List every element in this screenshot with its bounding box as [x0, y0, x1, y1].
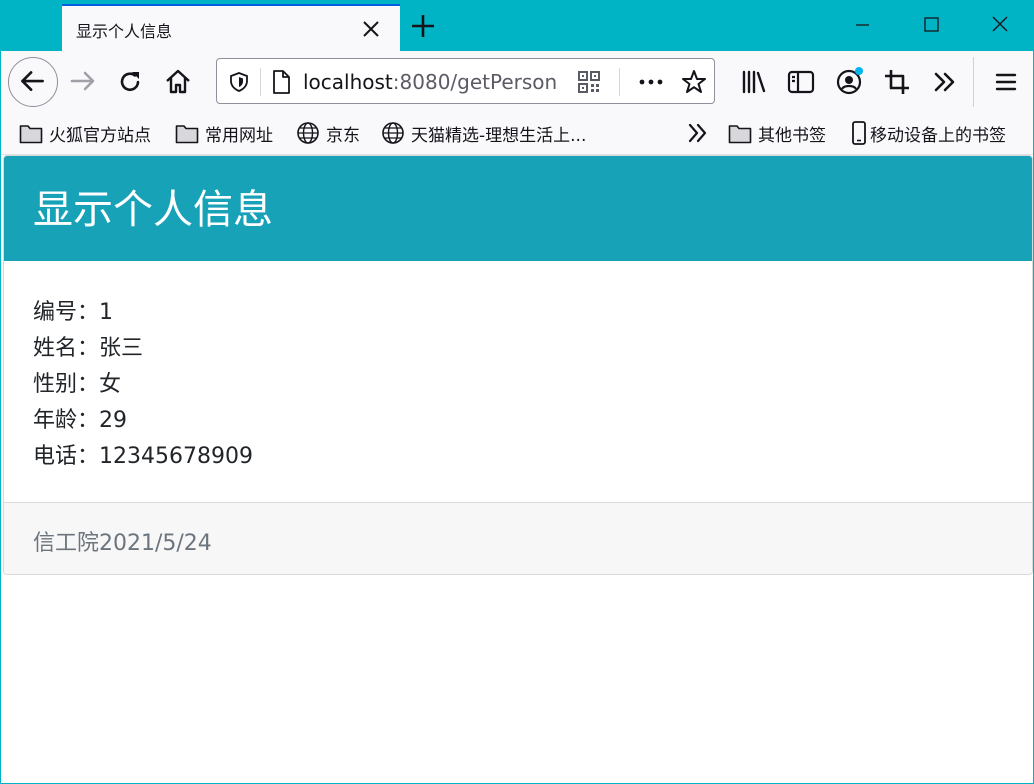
info-gender: 性别：女	[33, 367, 1013, 403]
browser-window: 显示个人信息 localhost:8080/getPerson 火狐官方站点 常…	[0, 0, 1034, 784]
title-bar: 显示个人信息	[1, 1, 1033, 51]
info-name: 姓名：张三	[33, 331, 1013, 367]
back-button[interactable]	[8, 57, 58, 107]
card-header: 显示个人信息	[4, 156, 1032, 261]
more-actions-icon[interactable]	[638, 70, 664, 94]
home-icon[interactable]	[162, 66, 194, 98]
info-value: 1	[99, 300, 114, 325]
info-label: 年龄：	[33, 408, 100, 433]
sidebar-icon[interactable]	[785, 66, 817, 98]
info-age: 年龄：29	[33, 403, 1013, 439]
folder-icon	[175, 125, 199, 144]
person-info-card: 显示个人信息 编号：1 姓名：张三 性别：女 年龄：29 电话：12345678…	[3, 155, 1033, 575]
library-icon[interactable]	[738, 66, 770, 98]
mobile-icon	[852, 121, 866, 145]
globe-icon	[297, 122, 319, 144]
bookmark-label: 火狐官方站点	[49, 125, 151, 146]
page-title: 显示个人信息	[33, 187, 273, 233]
minimize-icon[interactable]	[850, 13, 874, 37]
bookmark-folder-common[interactable]: 常用网址	[175, 121, 273, 146]
shield-icon[interactable]	[227, 70, 251, 94]
close-window-icon[interactable]	[988, 13, 1012, 37]
notification-dot	[855, 67, 863, 75]
globe-icon	[382, 122, 404, 144]
crop-screenshot-icon[interactable]	[881, 66, 913, 98]
toolbar-divider	[973, 57, 974, 107]
bookmark-folder-firefox[interactable]: 火狐官方站点	[19, 121, 151, 146]
info-label: 性别：	[33, 372, 100, 397]
bookmark-label: 常用网址	[205, 125, 273, 146]
forward-arrow-icon[interactable]	[67, 65, 99, 97]
url-path: :8080/getPerson	[392, 70, 558, 94]
info-label: 姓名：	[33, 336, 100, 361]
close-tab-icon[interactable]	[359, 17, 383, 41]
url-host: localhost	[303, 70, 393, 94]
bookmark-star-icon[interactable]	[681, 69, 707, 95]
tab-title: 显示个人信息	[76, 22, 173, 41]
bookmark-label: 其他书签	[758, 125, 826, 146]
bookmark-label: 移动设备上的书签	[870, 125, 1006, 146]
bookmark-label: 天猫精选-理想生活上...	[411, 125, 587, 146]
info-label: 编号：	[33, 300, 100, 325]
card-footer: 信工院2021/5/24	[4, 502, 1032, 574]
info-value: 29	[99, 408, 128, 433]
folder-icon	[728, 125, 752, 144]
maximize-icon[interactable]	[919, 13, 943, 37]
card-body: 编号：1 姓名：张三 性别：女 年龄：29 电话：12345678909	[33, 295, 1013, 475]
footer-text: 信工院2021/5/24	[33, 531, 212, 556]
info-phone: 电话：12345678909	[33, 439, 1013, 475]
overflow-chevrons-icon[interactable]	[929, 66, 961, 98]
info-value: 张三	[99, 336, 144, 361]
bookmark-label: 京东	[326, 125, 360, 146]
url-text[interactable]: localhost:8080/getPerson	[303, 70, 557, 94]
address-bar[interactable]: localhost:8080/getPerson	[216, 58, 715, 104]
account-icon[interactable]	[833, 66, 865, 98]
bookmarks-toolbar: 火狐官方站点 常用网址 京东 天猫精选-理想生活上... 其他书签 移动设备上的…	[1, 111, 1033, 155]
bookmark-tmall[interactable]: 天猫精选-理想生活上...	[381, 121, 587, 146]
new-tab-icon[interactable]	[409, 12, 437, 40]
reload-icon[interactable]	[114, 66, 146, 98]
info-value: 女	[99, 372, 122, 397]
url-separator	[619, 68, 620, 96]
folder-icon	[19, 125, 43, 144]
bookmark-folder-other[interactable]: 其他书签	[728, 121, 826, 146]
info-id: 编号：1	[33, 295, 1013, 331]
page-icon[interactable]	[269, 69, 293, 95]
active-tab[interactable]: 显示个人信息	[62, 4, 400, 51]
bookmark-folder-mobile[interactable]: 移动设备上的书签	[851, 121, 1006, 146]
url-separator	[260, 68, 261, 96]
bookmark-jd[interactable]: 京东	[296, 121, 360, 146]
back-arrow-icon	[21, 71, 44, 92]
info-value: 12345678909	[99, 444, 253, 469]
bookmarks-overflow-icon[interactable]	[686, 122, 710, 144]
info-label: 电话：	[33, 444, 100, 469]
hamburger-menu-icon[interactable]	[990, 66, 1022, 98]
qr-code-icon[interactable]	[577, 70, 601, 94]
